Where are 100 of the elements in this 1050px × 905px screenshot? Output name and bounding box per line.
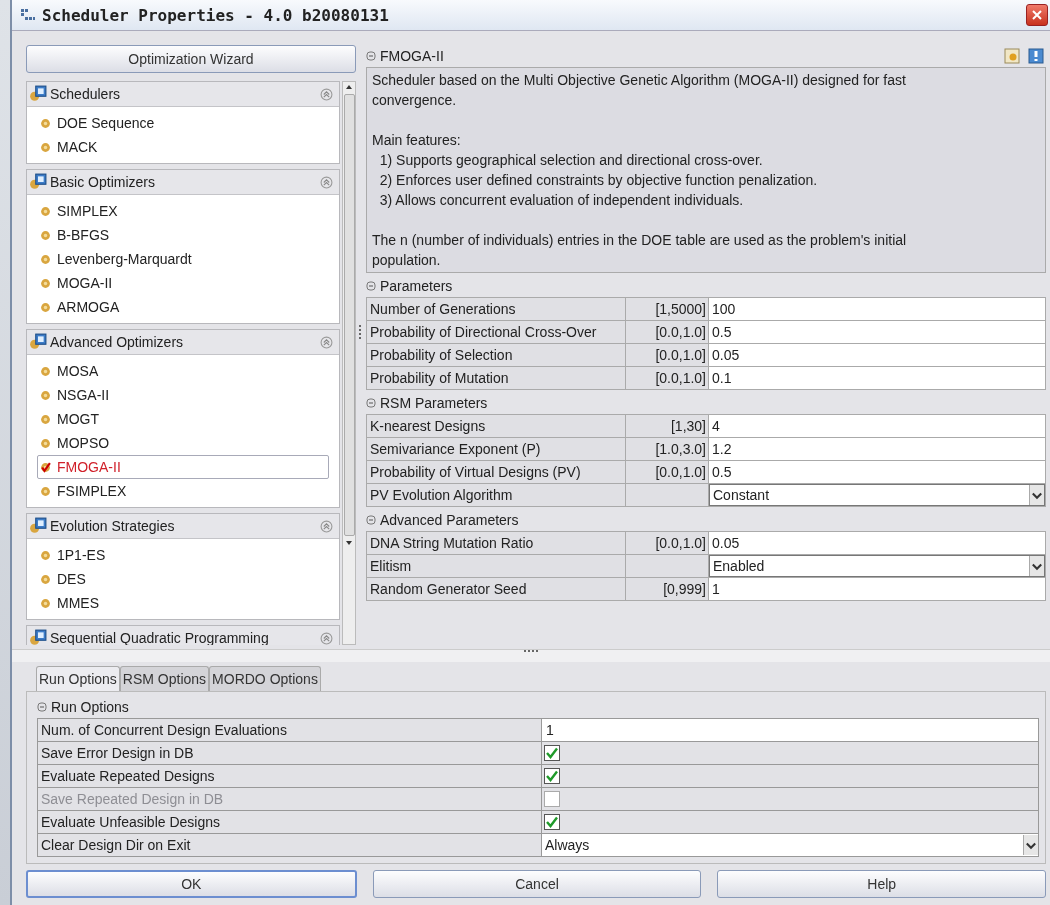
group-header[interactable]: Schedulers xyxy=(27,82,339,107)
scheduler-item[interactable]: MOGT xyxy=(37,407,329,431)
wizard-button[interactable]: Optimization Wizard xyxy=(26,45,356,73)
option-label: Num. of Concurrent Design Evaluations xyxy=(38,719,541,741)
group-title: Sequential Quadratic Programming xyxy=(50,630,269,645)
bullet-icon xyxy=(40,117,51,129)
scheduler-item[interactable]: DES xyxy=(37,567,329,591)
section-title: Parameters xyxy=(380,278,453,294)
collapse-icon[interactable] xyxy=(320,519,333,533)
bullet-icon xyxy=(40,573,51,585)
scheduler-item[interactable]: MOGA-II xyxy=(37,271,329,295)
group-title: Basic Optimizers xyxy=(50,174,156,190)
scheduler-item[interactable]: Levenberg-Marquardt xyxy=(37,247,329,271)
group-header[interactable]: Basic Optimizers xyxy=(27,170,339,195)
bullet-icon xyxy=(40,597,51,609)
group-header[interactable]: Sequential Quadratic Programming xyxy=(27,626,339,645)
close-icon xyxy=(1031,9,1043,21)
parameter-range: [0.0,1.0] xyxy=(626,532,708,554)
package-icon xyxy=(29,85,47,103)
group-header[interactable]: Advanced Optimizers xyxy=(27,330,339,355)
collapse-icon[interactable] xyxy=(320,87,333,101)
window-title: Scheduler Properties - 4.0 b20080131 xyxy=(42,5,389,25)
parameter-range: [1,5000] xyxy=(626,298,708,320)
value-field[interactable]: 0.05 xyxy=(709,344,1045,366)
export-icon[interactable] xyxy=(1004,48,1020,64)
section-title: FMOGA-II xyxy=(380,48,444,64)
checked-checkbox[interactable] xyxy=(544,768,560,784)
package-icon xyxy=(29,517,47,535)
scheduler-item[interactable]: MMES xyxy=(37,591,329,615)
dropdown-field[interactable]: Enabled xyxy=(709,555,1045,577)
help-icon[interactable] xyxy=(1028,48,1044,64)
section-title: Advanced Parameters xyxy=(380,512,519,528)
collapse-icon[interactable] xyxy=(366,281,376,291)
option-label: Save Repeated Design in DB xyxy=(38,788,541,810)
value-field[interactable]: 0.1 xyxy=(709,367,1045,389)
parameter-range: [0.0,1.0] xyxy=(626,344,708,366)
scheduler-item[interactable]: FSIMPLEX xyxy=(37,479,329,503)
value-field[interactable]: 1 xyxy=(709,578,1045,600)
dropdown-field[interactable]: Constant xyxy=(709,484,1045,506)
bullet-icon xyxy=(40,413,51,425)
scheduler-item[interactable]: ARMOGA xyxy=(37,295,329,319)
description-text: Scheduler based on the Multi Objective Genetic Algorithm (MOGA-II) designed for fast convergence. xyxy=(372,71,907,110)
bullet-icon xyxy=(40,229,51,241)
dialog-button[interactable]: Help xyxy=(717,870,1046,898)
tab[interactable]: Run Options xyxy=(36,666,120,691)
bullet-icon xyxy=(40,485,51,497)
bullet-icon xyxy=(40,549,51,561)
collapse-icon[interactable] xyxy=(366,51,376,61)
value-field[interactable]: 4 xyxy=(709,415,1045,437)
bullet-icon xyxy=(40,253,51,265)
section-title: RSM Parameters xyxy=(380,395,488,411)
bullet-icon xyxy=(40,277,51,289)
collapse-icon[interactable] xyxy=(320,175,333,189)
dropdown-field[interactable]: Always xyxy=(542,834,1038,856)
scheduler-item[interactable]: B-BFGS xyxy=(37,223,329,247)
package-icon xyxy=(29,173,47,191)
bullet-icon xyxy=(40,301,51,313)
parameter-range: [0.0,1.0] xyxy=(626,321,708,343)
group-title: Schedulers xyxy=(50,86,121,102)
group-header[interactable]: Evolution Strategies xyxy=(27,514,339,539)
value-field[interactable]: 0.5 xyxy=(709,321,1045,343)
value-field[interactable]: 100 xyxy=(709,298,1045,320)
scheduler-item[interactable]: MACK xyxy=(37,135,329,159)
checked-checkbox[interactable] xyxy=(544,745,560,761)
value-field[interactable]: 1 xyxy=(542,719,1038,741)
scheduler-item[interactable]: SIMPLEX xyxy=(37,199,329,223)
scheduler-item[interactable]: FMOGA-II xyxy=(37,455,329,479)
checkmark-icon xyxy=(40,461,51,473)
value-field[interactable]: 0.5 xyxy=(709,461,1045,483)
scheduler-item[interactable]: MOSA xyxy=(37,359,329,383)
scheduler-item[interactable]: 1P1-ES xyxy=(37,543,329,567)
parameter-label: Probability of Directional Cross-Over xyxy=(367,321,625,343)
bullet-icon xyxy=(40,205,51,217)
checked-checkbox[interactable] xyxy=(544,814,560,830)
parameter-label: Number of Generations xyxy=(367,298,625,320)
scheduler-item[interactable]: MOPSO xyxy=(37,431,329,455)
value-field[interactable]: 1.2 xyxy=(709,438,1045,460)
parameter-label: Semivariance Exponent (P) xyxy=(367,438,625,460)
parameter-label: Random Generator Seed xyxy=(367,578,625,600)
tab[interactable]: MORDO Options xyxy=(209,666,321,691)
package-icon xyxy=(29,629,47,645)
value-field[interactable]: 0.05 xyxy=(709,532,1045,554)
scheduler-item[interactable]: NSGA-II xyxy=(37,383,329,407)
collapse-icon[interactable] xyxy=(366,515,376,525)
bullet-icon xyxy=(40,437,51,449)
collapse-icon[interactable] xyxy=(37,702,47,712)
group-title: Evolution Strategies xyxy=(50,518,175,534)
bullet-icon xyxy=(40,365,51,377)
collapse-icon[interactable] xyxy=(320,335,333,349)
parameter-label: Probability of Selection xyxy=(367,344,625,366)
option-label: Evaluate Repeated Designs xyxy=(38,765,541,787)
dialog-button[interactable]: Cancel xyxy=(372,870,702,898)
bullet-icon xyxy=(40,141,51,153)
collapse-icon[interactable] xyxy=(320,631,333,645)
close-button[interactable] xyxy=(1026,4,1048,26)
dialog-button[interactable]: OK xyxy=(26,870,357,898)
tab[interactable]: RSM Options xyxy=(119,666,210,691)
scheduler-item[interactable]: DOE Sequence xyxy=(37,111,329,135)
parameter-range: [0.0,1.0] xyxy=(626,461,708,483)
collapse-icon[interactable] xyxy=(366,398,376,408)
